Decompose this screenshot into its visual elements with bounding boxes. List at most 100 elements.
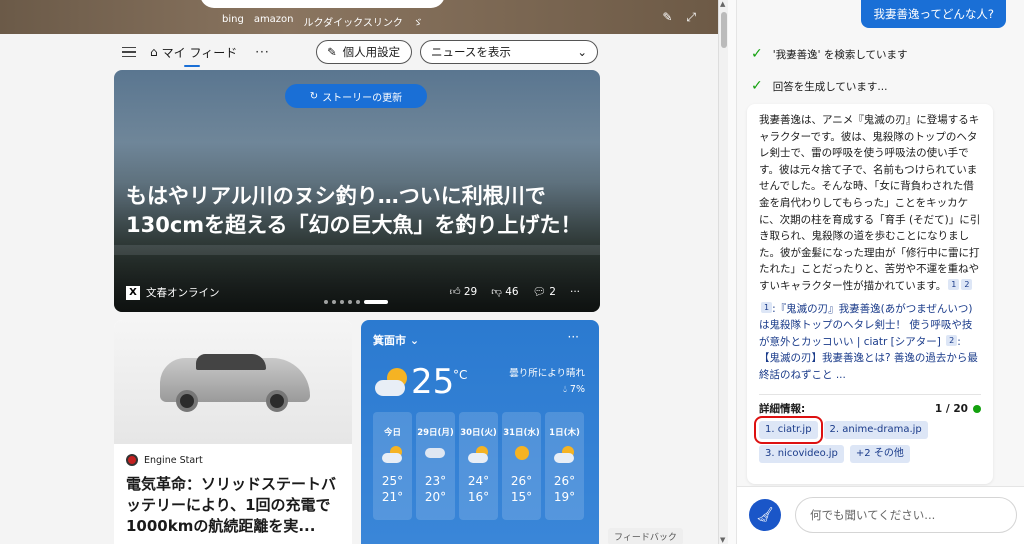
status-dot-icon xyxy=(973,404,981,413)
tab-my-feed[interactable]: ⌂ マイ フィード xyxy=(150,44,238,67)
quick-links: bing amazon ルクダイックスリンク ゞ xyxy=(222,14,423,29)
city-label: 箕面市 xyxy=(373,334,406,347)
day-label: 30日(火) xyxy=(460,428,497,438)
carousel-pager[interactable] xyxy=(324,300,388,304)
source-chip-more[interactable]: +2 その他 xyxy=(849,445,910,464)
like-count: 29 xyxy=(463,286,478,298)
forecast-row: 今日 25° 21° 29日(月) 23° 20° 30日(火) 24° 16° 31日(水… xyxy=(373,412,584,520)
car-wheel xyxy=(266,390,288,412)
temp-unit: °C xyxy=(453,368,468,382)
day-label: 1日(木) xyxy=(549,428,580,438)
chat-input[interactable]: 何でも聞いてください... xyxy=(795,497,1017,533)
response-count: 1 / 20 xyxy=(935,401,981,418)
quick-link-4[interactable]: ゞ xyxy=(413,14,423,29)
engine-start-logo-icon xyxy=(126,454,138,466)
story-more-button[interactable]: ··· xyxy=(570,286,580,298)
car-story-title[interactable]: 電気革命：ソリッドステートバッテリーにより、1回の充電で1000kmの航続距離を… xyxy=(126,474,346,537)
story-headline[interactable]: もはやリアル川のヌシ釣り…ついに利根川で130cmを超える「幻の巨大魚」を釣り上… xyxy=(126,182,586,240)
weather-city[interactable]: 箕面市 ⌄ xyxy=(373,332,419,348)
expand-icon[interactable]: ⤢ xyxy=(686,10,696,25)
cloud-shape xyxy=(381,453,402,463)
forecast-day[interactable]: 29日(月) 23° 20° xyxy=(416,412,455,520)
my-feed-label: マイ フィード xyxy=(161,45,238,60)
car-story-source: Engine Start xyxy=(126,454,203,466)
cloud-shape xyxy=(424,448,445,458)
quick-link-bing[interactable]: bing xyxy=(222,14,244,29)
ref-marker-2: 2 xyxy=(946,334,958,346)
high-temp: 25° xyxy=(381,474,404,488)
forecast-day[interactable]: 1日(木) 26° 19° xyxy=(545,412,584,520)
like-button[interactable]: 👍︎ 29 xyxy=(450,285,478,298)
chevron-down-icon: ⌄ xyxy=(409,334,420,347)
pager-dot[interactable] xyxy=(340,300,344,304)
forecast-day[interactable]: 30日(火) 24° 16° xyxy=(459,412,498,520)
personalize-button[interactable]: ✎ 個人用設定 xyxy=(316,40,412,64)
rain-icon xyxy=(424,446,447,464)
feed-more-button[interactable]: ··· xyxy=(255,45,269,59)
menu-icon[interactable] xyxy=(122,47,136,57)
scroll-thumb[interactable] xyxy=(721,12,727,48)
chat-sidebar: 我妻善逸ってどんな人? ✓ '我妻善逸' を検索しています ✓ 回答を生成してい… xyxy=(736,0,1024,544)
cloud-shape xyxy=(375,380,405,396)
reference-1[interactable]: :『鬼滅の刃』我妻善逸(あがつまぜんいつ)は鬼殺隊トップのヘタレ剣士！ 使う呼吸… xyxy=(759,303,973,348)
chat-input-bar: 🧹︎ 何でも聞いてください... xyxy=(737,486,1024,544)
refresh-label: ストーリーの更新 xyxy=(322,92,403,104)
hero-icons: ✎ ⤢ xyxy=(662,10,696,25)
feedback-button[interactable]: フィードバック xyxy=(608,528,683,544)
day-label: 29日(月) xyxy=(417,428,454,438)
precip-value: 7% xyxy=(569,384,585,395)
feed-scrollbar[interactable]: ▲ ▼ xyxy=(718,0,728,544)
current-temp: 25 xyxy=(411,362,455,402)
edit-background-icon[interactable]: ✎ xyxy=(662,10,672,25)
pager-dot[interactable] xyxy=(348,300,352,304)
publisher-name: 文春オンライン xyxy=(146,287,220,299)
rain-icon xyxy=(467,446,490,464)
pager-dot[interactable] xyxy=(324,300,328,304)
feed-toolbar: ⌂ マイ フィード ··· ✎ 個人用設定 ニュースを表示 ⌄ xyxy=(112,38,602,67)
status-generating: ✓ 回答を生成しています... xyxy=(751,78,887,94)
citation-1[interactable]: 1 xyxy=(948,278,960,290)
source-chip-nicovideo[interactable]: 3. nicovideo.jp xyxy=(759,445,844,464)
refresh-icon: ↻ xyxy=(309,90,319,102)
forecast-day[interactable]: 31日(水) 26° 15° xyxy=(502,412,541,520)
scroll-up-icon[interactable]: ▲ xyxy=(720,0,725,8)
home-icon: ⌂ xyxy=(150,45,158,59)
weather-card[interactable]: 箕面市 ⌄ ··· 25 °C 曇り所により晴れ 💧︎ 7% 今日 25° 21° … xyxy=(361,320,599,544)
low-temp: 20° xyxy=(424,490,447,504)
quick-link-amazon[interactable]: amazon xyxy=(254,14,294,29)
weather-more-button[interactable]: ··· xyxy=(568,330,579,344)
top-story-card[interactable]: ↻ ストーリーの更新 もはやリアル川のヌシ釣り…ついに利根川で130cmを超える… xyxy=(114,70,600,312)
count-text: 1 / 20 xyxy=(934,402,968,415)
personalize-label: 個人用設定 xyxy=(342,45,401,59)
forecast-day[interactable]: 今日 25° 21° xyxy=(373,412,412,520)
answer-card: 我妻善逸は、アニメ『鬼滅の刃』に登場するキャラクターです。彼は、鬼殺隊のトップの… xyxy=(747,104,993,484)
comment-count: 2 xyxy=(549,286,556,298)
pager-dot-active[interactable] xyxy=(364,300,388,304)
references: 1:『鬼滅の刃』我妻善逸(あがつまぜんいつ)は鬼殺隊トップのヘタレ剣士！ 使う呼… xyxy=(759,301,981,384)
day-label: 今日 xyxy=(383,428,401,438)
news-view-dropdown[interactable]: ニュースを表示 ⌄ xyxy=(420,40,598,64)
citation-2[interactable]: 2 xyxy=(961,278,973,290)
precip: 💧︎ 7% xyxy=(509,382,585,398)
weather-condition: 曇り所により晴れ 💧︎ 7% xyxy=(509,366,585,398)
quick-link-3[interactable]: ルクダイックスリンク xyxy=(304,14,403,29)
personalize-icon: ✎ xyxy=(327,45,337,59)
comment-button[interactable]: 💬︎ 2 xyxy=(533,285,556,298)
pager-dot[interactable] xyxy=(356,300,360,304)
car-story-card[interactable]: Engine Start 電気革命：ソリッドステートバッテリーにより、1回の充電… xyxy=(114,320,352,544)
source-chip-ciatr[interactable]: 1. ciatr.jp xyxy=(754,416,823,445)
details-label: 詳細情報: xyxy=(759,402,806,415)
high-temp: 26° xyxy=(510,474,533,488)
dislike-button[interactable]: 👎︎ 46 xyxy=(491,285,518,298)
search-box[interactable] xyxy=(200,0,445,8)
pager-dot[interactable] xyxy=(332,300,336,304)
sun-shape xyxy=(514,446,529,460)
ref-marker-1: 1 xyxy=(761,301,773,313)
car-source-name: Engine Start xyxy=(144,454,203,466)
refresh-stories-button[interactable]: ↻ ストーリーの更新 xyxy=(285,84,427,108)
car-window xyxy=(196,354,266,370)
scroll-down-icon[interactable]: ▼ xyxy=(720,536,725,544)
partly-cloudy-icon xyxy=(553,446,576,464)
new-topic-broom-icon[interactable]: 🧹︎ xyxy=(749,499,781,531)
source-chip-anime-drama[interactable]: 2. anime-drama.jp xyxy=(823,421,928,440)
